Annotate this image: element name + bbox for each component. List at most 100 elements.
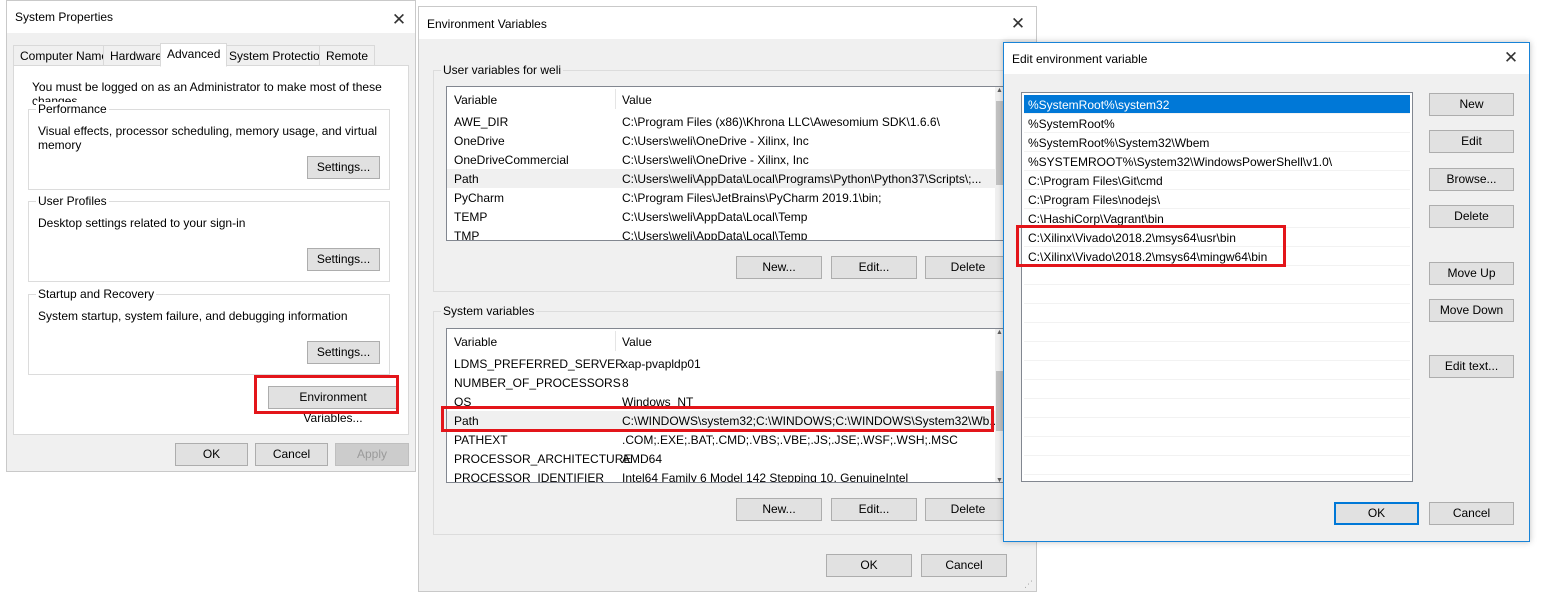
user-edit-button[interactable]: Edit... [831, 256, 917, 279]
column-header-value[interactable]: Value [622, 335, 652, 349]
table-row[interactable]: TEMP C:\Users\weli\AppData\Local\Temp [447, 207, 1005, 226]
empty-row[interactable] [1024, 361, 1410, 380]
system-path-highlight [441, 406, 994, 432]
group-label: Startup and Recovery [36, 287, 157, 301]
tab-computer-name[interactable]: Computer Name [13, 45, 116, 66]
group-description: Desktop settings related to your sign-in [38, 216, 246, 230]
cancel-button[interactable]: Cancel [255, 443, 328, 466]
variable-name: PROCESSOR_IDENTIFIER [454, 471, 605, 483]
delete-button[interactable]: Delete [1429, 205, 1514, 228]
table-row[interactable]: NUMBER_OF_PROCESSORS 8 [447, 373, 1005, 392]
edit-environment-variable-window: Edit environment variable ✕ %SystemRoot%… [1003, 42, 1530, 542]
title-bar: Edit environment variable ✕ [1004, 43, 1529, 74]
variable-name: TEMP [454, 210, 488, 224]
user-new-button[interactable]: New... [736, 256, 822, 279]
empty-row[interactable] [1024, 380, 1410, 399]
empty-row[interactable] [1024, 399, 1410, 418]
empty-row[interactable] [1024, 285, 1410, 304]
empty-row[interactable] [1024, 304, 1410, 323]
user-variables-list[interactable]: Variable Value AWE_DIR C:\Program Files … [446, 86, 1006, 241]
variable-value: xap-pvapldp01 [622, 357, 701, 371]
variable-value: C:\Program Files\JetBrains\PyCharm 2019.… [622, 191, 882, 205]
close-icon[interactable]: ✕ [383, 5, 415, 37]
column-header-variable[interactable]: Variable [454, 335, 497, 349]
variable-name: AWE_DIR [454, 115, 509, 129]
table-row[interactable]: OneDriveCommercial C:\Users\weli\OneDriv… [447, 150, 1005, 169]
path-entries-list[interactable]: %SystemRoot%\system32 %SystemRoot% %Syst… [1021, 92, 1413, 482]
title-bar: System Properties ✕ [7, 1, 415, 33]
tab-advanced[interactable]: Advanced [160, 43, 228, 67]
move-up-button[interactable]: Move Up [1429, 262, 1514, 285]
startup-settings-button[interactable]: Settings... [307, 341, 380, 364]
variable-value: C:\Users\weli\OneDrive - Xilinx, Inc [622, 153, 809, 167]
performance-group: Performance Visual effects, processor sc… [28, 102, 390, 190]
variable-value: Intel64 Family 6 Model 142 Stepping 10, … [622, 471, 909, 483]
table-row[interactable]: PATHEXT .COM;.EXE;.BAT;.CMD;.VBS;.VBE;.J… [447, 430, 1005, 449]
empty-row[interactable] [1024, 418, 1410, 437]
variable-value: C:\Program Files (x86)\Khrona LLC\Awesom… [622, 115, 940, 129]
variable-name: TMP [454, 229, 480, 241]
user-delete-button[interactable]: Delete [925, 256, 1011, 279]
apply-button[interactable]: Apply [335, 443, 409, 466]
variable-value: AMD64 [622, 452, 663, 466]
ok-button[interactable]: OK [826, 554, 912, 577]
scroll-up-icon[interactable]: ▲ [996, 329, 1003, 336]
table-row[interactable]: PROCESSOR_ARCHITECTURE AMD64 [447, 449, 1005, 468]
move-down-button[interactable]: Move Down [1429, 299, 1514, 322]
performance-settings-button[interactable]: Settings... [307, 156, 380, 179]
group-label: User Profiles [36, 194, 109, 208]
variable-name: NUMBER_OF_PROCESSORS [454, 376, 621, 390]
list-item[interactable]: %SystemRoot% [1024, 114, 1410, 133]
column-header-variable[interactable]: Variable [454, 93, 497, 107]
environment-variables-window: Environment Variables ✕ User variables f… [418, 6, 1037, 592]
empty-row[interactable] [1024, 437, 1410, 456]
list-item[interactable]: C:\Program Files\Git\cmd [1024, 171, 1410, 190]
table-row[interactable]: PyCharm C:\Program Files\JetBrains\PyCha… [447, 188, 1005, 207]
edit-button[interactable]: Edit [1429, 130, 1514, 153]
variable-value: C:\Users\weli\AppData\Local\Temp [622, 210, 808, 224]
close-icon[interactable]: ✕ [1002, 9, 1034, 41]
empty-row[interactable] [1024, 456, 1410, 475]
tab-system-protection[interactable]: System Protection [222, 45, 334, 66]
table-row[interactable]: Path C:\Users\weli\AppData\Local\Program… [447, 169, 1005, 188]
scroll-down-icon[interactable]: ▼ [996, 477, 1003, 482]
table-row[interactable]: PROCESSOR_IDENTIFIER Intel64 Family 6 Mo… [447, 468, 1005, 483]
ok-button[interactable]: OK [1334, 502, 1419, 525]
user-profiles-settings-button[interactable]: Settings... [307, 248, 380, 271]
table-row[interactable]: LDMS_PREFERRED_SERVER xap-pvapldp01 [447, 354, 1005, 373]
xilinx-entries-highlight [1016, 225, 1286, 267]
group-description: Visual effects, processor scheduling, me… [38, 124, 378, 152]
window-title: System Properties [15, 10, 114, 24]
title-bar: Environment Variables ✕ [419, 7, 1036, 39]
list-item[interactable]: %SystemRoot%\System32\Wbem [1024, 133, 1410, 152]
empty-row[interactable] [1024, 323, 1410, 342]
user-variables-label: User variables for weli [441, 63, 564, 77]
variable-name: PATHEXT [454, 433, 508, 447]
empty-row[interactable] [1024, 342, 1410, 361]
list-item[interactable]: %SYSTEMROOT%\System32\WindowsPowerShell\… [1024, 152, 1410, 171]
column-header-value[interactable]: Value [622, 93, 652, 107]
variable-value: C:\Users\weli\AppData\Local\Temp [622, 229, 808, 241]
cancel-button[interactable]: Cancel [921, 554, 1007, 577]
system-new-button[interactable]: New... [736, 498, 822, 521]
table-row[interactable]: OneDrive C:\Users\weli\OneDrive - Xilinx… [447, 131, 1005, 150]
table-row[interactable]: TMP C:\Users\weli\AppData\Local\Temp [447, 226, 1005, 241]
browse-button[interactable]: Browse... [1429, 168, 1514, 191]
ok-button[interactable]: OK [175, 443, 248, 466]
list-item[interactable]: C:\Program Files\nodejs\ [1024, 190, 1410, 209]
empty-row[interactable] [1024, 266, 1410, 285]
cancel-button[interactable]: Cancel [1429, 502, 1514, 525]
list-item[interactable]: %SystemRoot%\system32 [1024, 95, 1410, 114]
new-button[interactable]: New [1429, 93, 1514, 116]
system-edit-button[interactable]: Edit... [831, 498, 917, 521]
window-title: Environment Variables [427, 17, 547, 31]
system-delete-button[interactable]: Delete [925, 498, 1011, 521]
scroll-up-icon[interactable]: ▲ [996, 87, 1003, 94]
close-icon[interactable]: ✕ [1495, 43, 1527, 75]
variable-value: 8 [622, 376, 629, 390]
variable-value: C:\Users\weli\OneDrive - Xilinx, Inc [622, 134, 809, 148]
tab-remote[interactable]: Remote [319, 45, 376, 66]
table-row[interactable]: AWE_DIR C:\Program Files (x86)\Khrona LL… [447, 112, 1005, 131]
edit-text-button[interactable]: Edit text... [1429, 355, 1514, 378]
resize-grip-icon[interactable]: ⋰ [1024, 579, 1033, 590]
